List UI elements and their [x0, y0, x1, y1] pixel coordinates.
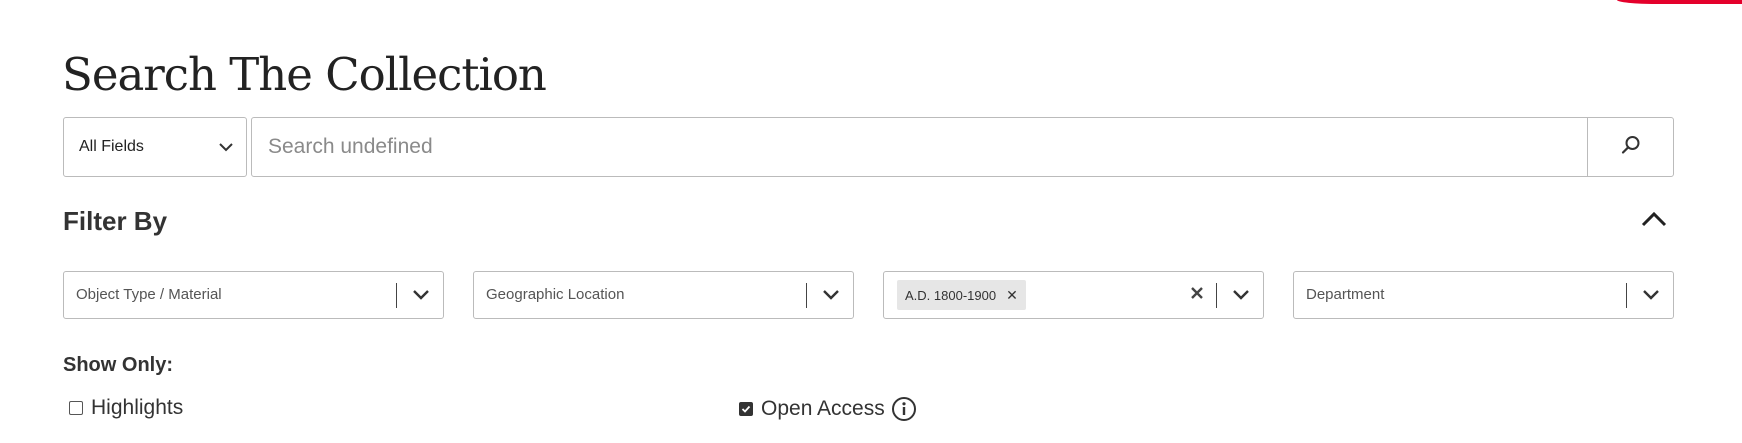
filter-by-heading: Filter By — [63, 206, 168, 236]
chip-remove-icon[interactable]: ✕ — [1006, 287, 1018, 304]
filter-object-type[interactable]: Object Type / Material — [63, 271, 444, 319]
search-field-select[interactable]: All Fields — [63, 117, 247, 177]
search-field-select-value: All Fields — [79, 138, 144, 155]
highlights-option: Highlights — [69, 396, 183, 420]
corner-accent — [1617, 0, 1742, 4]
info-icon[interactable] — [891, 396, 917, 422]
chevron-down-icon — [1232, 288, 1250, 307]
search-bar: All Fields — [63, 117, 1674, 177]
filter-object-type-placeholder: Object Type / Material — [76, 286, 222, 303]
chevron-down-icon — [1642, 288, 1660, 307]
divider — [1626, 283, 1627, 308]
highlights-checkbox[interactable] — [69, 401, 83, 415]
filter-date[interactable]: A.D. 1800-1900 ✕ — [883, 271, 1264, 319]
divider — [1216, 283, 1217, 308]
selected-chip-label: A.D. 1800-1900 — [905, 287, 997, 303]
search-box — [251, 117, 1674, 177]
clear-icon[interactable] — [1189, 285, 1205, 306]
divider — [396, 283, 397, 308]
selected-chip: A.D. 1800-1900 ✕ — [897, 280, 1026, 310]
divider — [806, 283, 807, 308]
filter-department[interactable]: Department — [1293, 271, 1674, 319]
chevron-down-icon — [218, 140, 234, 158]
show-only-heading: Show Only: — [63, 354, 173, 376]
search-icon — [1620, 134, 1642, 161]
filter-geographic-location[interactable]: Geographic Location — [473, 271, 854, 319]
chevron-down-icon — [822, 288, 840, 307]
chevron-up-icon — [1640, 211, 1668, 233]
filter-geographic-location-placeholder: Geographic Location — [486, 286, 625, 303]
open-access-option: Open Access — [739, 396, 917, 422]
filter-department-placeholder: Department — [1306, 286, 1385, 303]
filters-collapse-toggle[interactable] — [1640, 209, 1680, 239]
open-access-label: Open Access — [761, 397, 885, 420]
search-input[interactable] — [252, 118, 1586, 176]
checkmark-icon — [741, 405, 751, 413]
chevron-down-icon — [412, 288, 430, 307]
page-title: Search The Collection — [62, 48, 547, 101]
open-access-checkbox[interactable] — [739, 402, 753, 416]
search-button[interactable] — [1587, 118, 1673, 176]
highlights-label: Highlights — [91, 396, 184, 419]
